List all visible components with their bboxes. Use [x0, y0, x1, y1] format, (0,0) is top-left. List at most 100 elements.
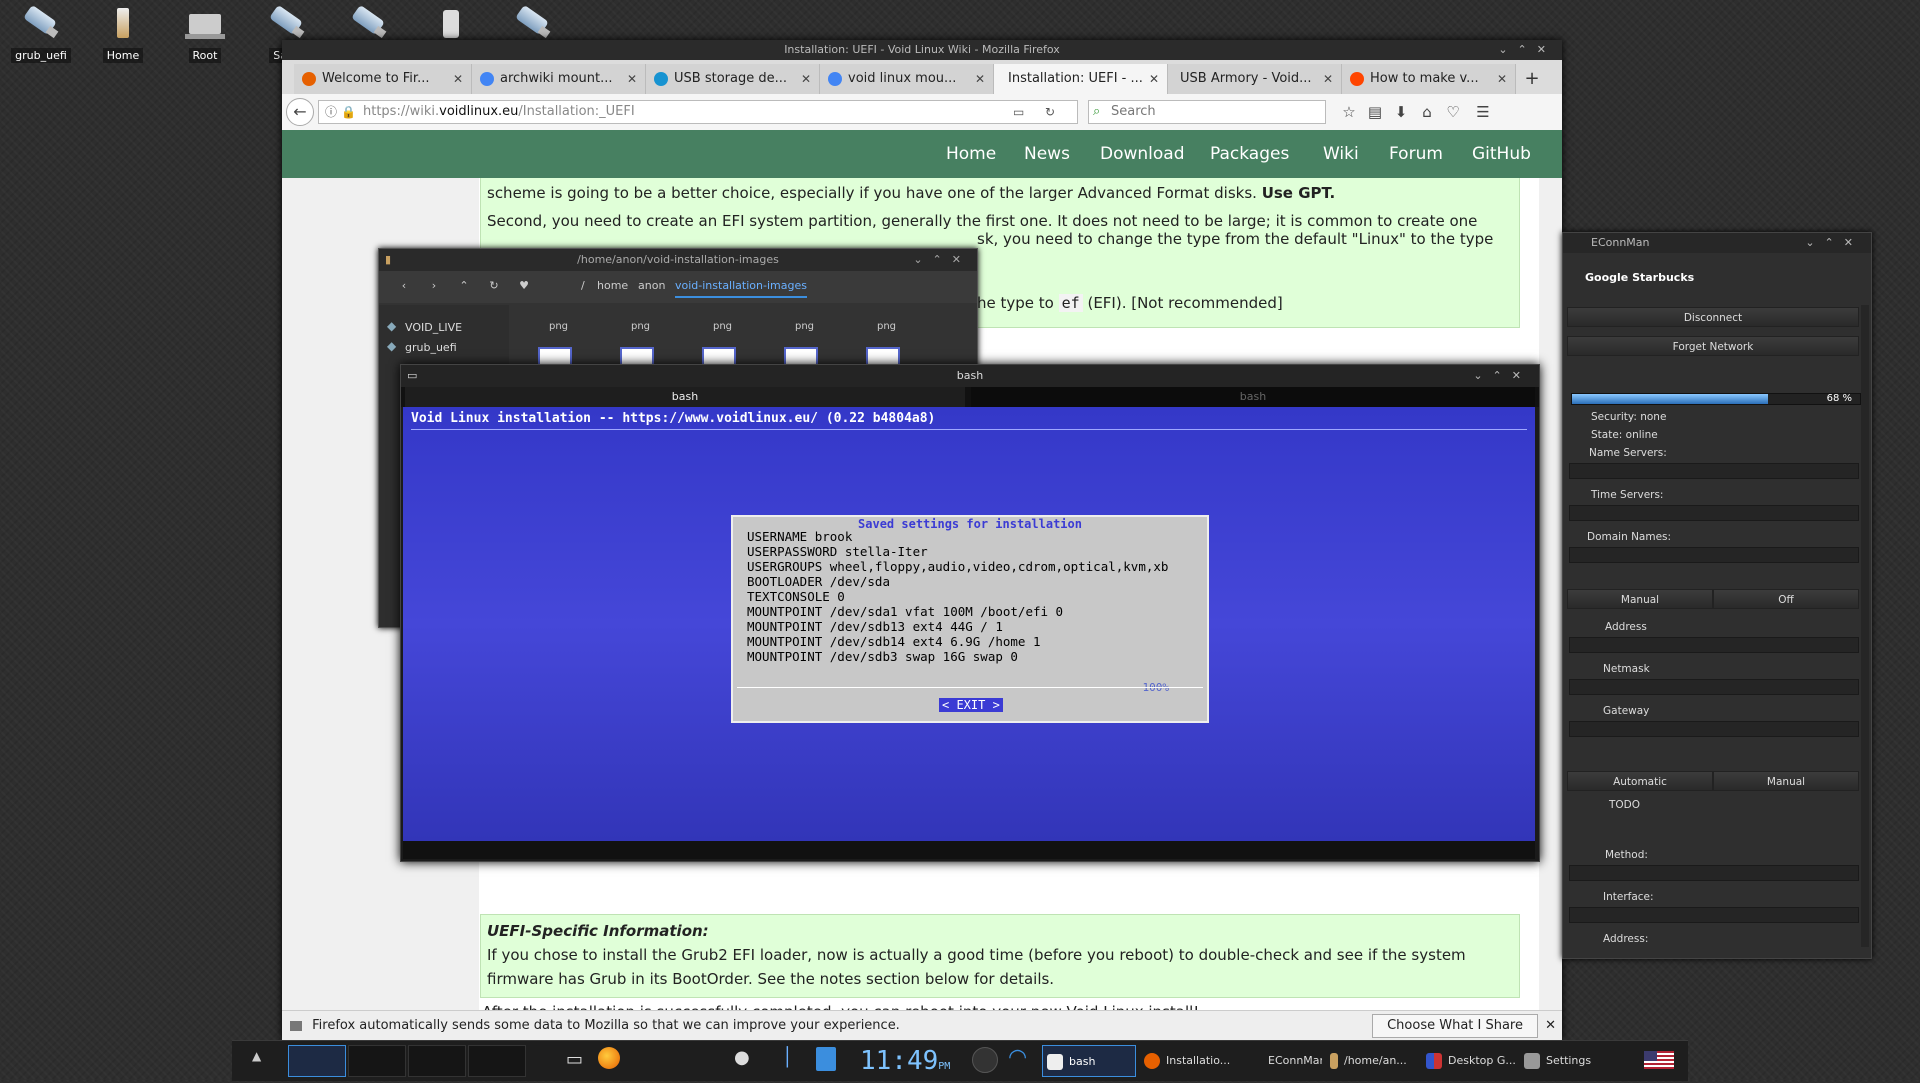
ipv6-automatic-button[interactable]: Automatic	[1567, 771, 1713, 791]
choose-what-i-share-button[interactable]: Choose What I Share	[1372, 1014, 1538, 1038]
ipv6-manual-button[interactable]: Manual	[1713, 771, 1859, 791]
workspace-pager-4[interactable]	[468, 1045, 526, 1077]
forward-icon[interactable]: ›	[425, 279, 443, 292]
menu-icon[interactable]: ☰	[1472, 102, 1494, 122]
econnman-window: EConnMan ⌄⌃✕ Google Starbucks Disconnect…	[1562, 232, 1872, 959]
terminal-tab-1[interactable]: bash	[405, 387, 965, 407]
name-servers-field[interactable]	[1569, 463, 1859, 479]
task-firefox[interactable]: Installatio...	[1140, 1045, 1234, 1077]
terminal-icon: ▭	[407, 369, 418, 382]
desktop-icon-grub-uefi[interactable]: grub_uefi	[2, 2, 80, 70]
search-input[interactable]: ⌕ Search	[1088, 100, 1326, 124]
terminal-screen[interactable]: Void Linux installation -- https://www.v…	[403, 407, 1535, 841]
task-desktop-gadgets[interactable]: Desktop G...	[1422, 1045, 1516, 1077]
up-icon[interactable]: ⌃	[455, 279, 473, 292]
nav-wiki[interactable]: Wiki	[1323, 130, 1359, 178]
tab-welcome[interactable]: Welcome to Fir... ✕	[294, 64, 472, 94]
nav-download[interactable]: Download	[1100, 130, 1185, 178]
task-settings[interactable]: Settings	[1520, 1045, 1608, 1077]
firefox-launcher-icon[interactable]	[598, 1047, 620, 1069]
netmask-field[interactable]	[1569, 679, 1859, 695]
domain-names-field[interactable]	[1569, 547, 1859, 563]
nav-news[interactable]: News	[1024, 130, 1070, 178]
crumb-void-installation-images[interactable]: void-installation-images	[675, 279, 807, 298]
close-icon[interactable]: ✕	[1497, 64, 1507, 94]
disconnect-button[interactable]: Disconnect	[1567, 307, 1859, 327]
ipv4-manual-button[interactable]: Manual	[1567, 589, 1713, 609]
workspace-pager-1[interactable]	[288, 1045, 346, 1077]
crumb-anon[interactable]: anon	[638, 279, 665, 292]
close-icon[interactable]: ✕	[1323, 64, 1333, 94]
chevron-up-icon[interactable]: ▲	[252, 1049, 261, 1063]
method-field[interactable]	[1569, 865, 1859, 881]
task-econnman[interactable]: EConnMan	[1238, 1045, 1322, 1077]
nav-github[interactable]: GitHub	[1472, 130, 1531, 178]
wifi-icon[interactable]: ◠	[1008, 1045, 1027, 1070]
reddit-favicon-icon	[1350, 72, 1364, 86]
window-controls[interactable]: ⌄⌃✕	[1498, 40, 1556, 60]
moon-icon[interactable]	[972, 1047, 998, 1073]
reload-icon[interactable]: ↻	[1045, 101, 1055, 123]
tab-how-to-make[interactable]: How to make v... ✕	[1342, 64, 1516, 94]
us-flag-keyboard-layout-icon[interactable]	[1644, 1051, 1674, 1069]
pocket-icon[interactable]: ♡	[1442, 102, 1464, 122]
exit-button[interactable]: < EXIT >	[939, 698, 1003, 712]
desktop-icon-home[interactable]: Home	[84, 2, 162, 70]
refresh-icon[interactable]: ↻	[485, 279, 503, 292]
sidebar-item-grub-uefi[interactable]: grub_uefi	[405, 341, 457, 354]
address-field[interactable]	[1569, 637, 1859, 653]
home-icon[interactable]: ⌂	[1416, 102, 1438, 122]
close-icon[interactable]: ✕	[801, 64, 811, 94]
close-icon[interactable]: ✕	[1149, 64, 1159, 94]
task-file-manager[interactable]: /home/an...	[1326, 1045, 1418, 1077]
clock[interactable]: 11:49PM	[860, 1045, 950, 1077]
window-controls[interactable]: ⌄⌃✕	[1805, 233, 1863, 253]
task-bash[interactable]: bash	[1042, 1045, 1136, 1077]
url-bar[interactable]: ⓘ 🔒 https://wiki.voidlinux.eu/Installati…	[318, 100, 1078, 124]
download-icon[interactable]: ⬇	[1390, 102, 1412, 122]
terminal-titlebar[interactable]: ▭ bash ⌄⌃✕	[401, 365, 1539, 387]
econnman-titlebar[interactable]: EConnMan ⌄⌃✕	[1563, 233, 1871, 253]
info-icon[interactable]: ⓘ	[325, 101, 337, 123]
new-tab-button[interactable]: +	[1518, 64, 1546, 94]
lightbulb-icon[interactable]: ●	[734, 1047, 750, 1068]
close-icon[interactable]: ✕	[975, 64, 985, 94]
scrollbar[interactable]	[1861, 305, 1869, 947]
nav-packages[interactable]: Packages	[1210, 130, 1289, 178]
crumb-home[interactable]: home	[597, 279, 628, 292]
tab-usb-armory[interactable]: USB Armory - Void... ✕	[1168, 64, 1342, 94]
reading-list-icon[interactable]: ▤	[1364, 102, 1386, 122]
desktop-icon-root[interactable]: Root	[166, 2, 244, 70]
sidebar-item-void-live[interactable]: VOID_LIVE	[405, 321, 462, 334]
crumb-root[interactable]: /	[581, 279, 585, 292]
terminal-launcher-icon[interactable]: ▭	[566, 1049, 583, 1070]
close-icon[interactable]: ✕	[453, 64, 463, 94]
time-servers-field[interactable]	[1569, 505, 1859, 521]
back-icon[interactable]: ‹	[395, 279, 413, 292]
tab-installation-uefi[interactable]: Installation: UEFI - ... ✕	[994, 64, 1168, 94]
window-controls[interactable]: ⌄⌃✕	[1473, 365, 1531, 387]
ipv4-off-button[interactable]: Off	[1713, 589, 1859, 609]
clipboard-icon[interactable]	[816, 1047, 836, 1071]
bookmark-star-icon[interactable]: ☆	[1338, 102, 1360, 122]
thermometer-icon[interactable]: │	[782, 1047, 793, 1068]
back-button[interactable]: ←	[286, 98, 314, 126]
forget-network-button[interactable]: Forget Network	[1567, 336, 1859, 356]
favorite-icon[interactable]: ♥	[515, 279, 533, 292]
tab-archwiki[interactable]: archwiki mount... ✕	[472, 64, 646, 94]
gateway-field[interactable]	[1569, 721, 1859, 737]
reader-view-icon[interactable]: ▭	[1013, 101, 1024, 123]
tab-usb-storage[interactable]: USB storage de... ✕	[646, 64, 820, 94]
file-manager-titlebar[interactable]: ▮ /home/anon/void-installation-images ⌄⌃…	[379, 249, 977, 271]
window-controls[interactable]: ⌄⌃✕	[913, 249, 971, 271]
tab-void-mount[interactable]: void linux mou... ✕	[820, 64, 994, 94]
close-icon[interactable]: ✕	[627, 64, 637, 94]
firefox-titlebar[interactable]: Installation: UEFI - Void Linux Wiki - M…	[282, 40, 1562, 60]
workspace-pager-2[interactable]	[348, 1045, 406, 1077]
nav-forum[interactable]: Forum	[1389, 130, 1443, 178]
terminal-tab-2[interactable]: bash	[971, 387, 1535, 407]
close-icon[interactable]: ✕	[1545, 1011, 1556, 1041]
nav-home[interactable]: Home	[946, 130, 996, 178]
workspace-pager-3[interactable]	[408, 1045, 466, 1077]
interface-field[interactable]	[1569, 907, 1859, 923]
